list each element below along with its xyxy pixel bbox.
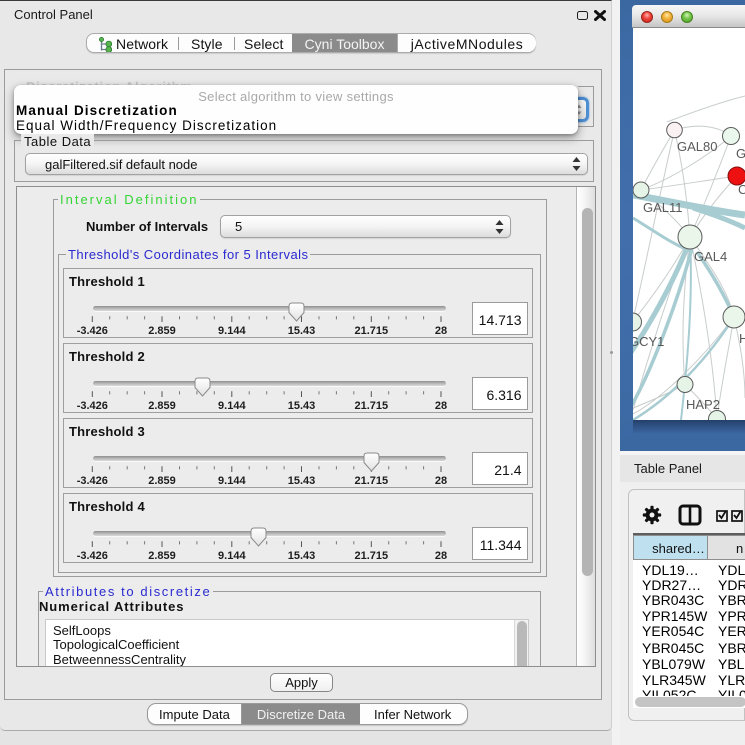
svg-text:C: C [738,182,745,197]
svg-text:H: H [739,331,745,346]
svg-text:GCY1: GCY1 [633,334,664,349]
svg-text:GAL4: GAL4 [694,249,727,264]
svg-text:GAL11: GAL11 [643,200,683,215]
svg-text:GAL80: GAL80 [677,139,717,154]
svg-text:G: G [736,146,745,161]
svg-text:HAP2: HAP2 [686,397,720,412]
